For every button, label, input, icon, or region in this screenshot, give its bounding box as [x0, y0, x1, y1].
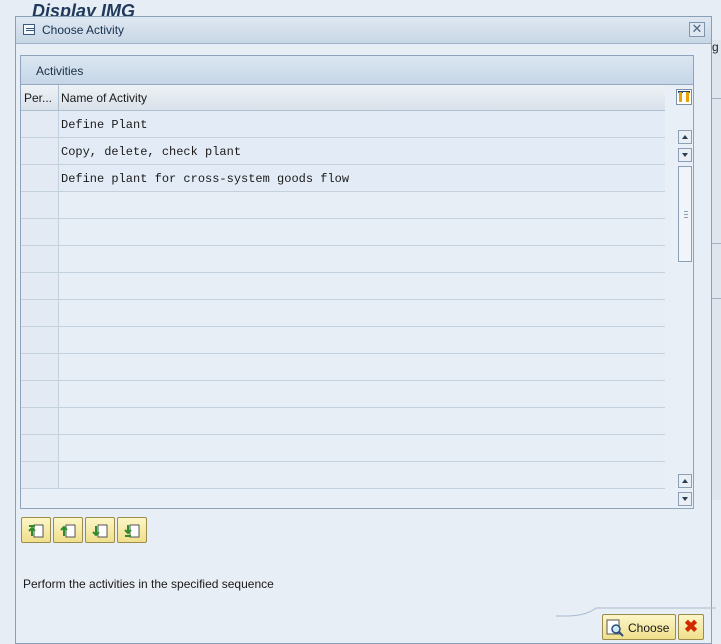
background-window-text: g [712, 40, 719, 54]
table-row-empty [21, 462, 665, 489]
row-selector [21, 408, 59, 434]
panel-title: Activities [36, 64, 84, 78]
column-header-name[interactable]: Name of Activity [61, 91, 147, 105]
background-window-title: Display IMG [32, 2, 136, 16]
panel-header: Activities [21, 56, 693, 85]
row-selector [21, 300, 59, 326]
choose-button-label: Choose [628, 621, 670, 635]
close-button[interactable]: ✕ [689, 22, 705, 37]
dialog-title: Choose Activity [42, 23, 125, 37]
move-to-top-icon [28, 524, 44, 538]
move-up-icon [60, 524, 76, 538]
column-header-perform[interactable]: Per... [24, 91, 52, 105]
row-selector[interactable] [21, 111, 59, 137]
row-selector [21, 192, 59, 218]
instruction-text: Perform the activities in the specified … [23, 577, 274, 591]
background-divider [712, 98, 721, 99]
table-row-empty [21, 327, 665, 354]
page-up-button[interactable] [678, 474, 692, 488]
table-body: Define Plant Copy, delete, check plant Def… [21, 111, 665, 489]
column-separator[interactable] [58, 85, 59, 110]
table-row-empty [21, 381, 665, 408]
table-row-empty [21, 300, 665, 327]
arrow-up-icon [682, 479, 688, 483]
arrow-down-icon [682, 153, 688, 157]
row-selector [21, 327, 59, 353]
move-down-icon [92, 524, 108, 538]
row-selector [21, 246, 59, 272]
activity-name: Define plant for cross-system goods flow [61, 172, 350, 186]
activities-table: Per... Name of Activity Define Plant Copy… [21, 85, 665, 508]
vertical-scrollbar[interactable] [678, 130, 692, 506]
background-divider [712, 298, 721, 299]
row-selector[interactable] [21, 138, 59, 164]
table-row-empty [21, 246, 665, 273]
cancel-button[interactable]: ✖ [678, 614, 704, 640]
row-selector [21, 219, 59, 245]
dialog-window-icon [23, 24, 35, 35]
table-row[interactable]: Copy, delete, check plant [21, 138, 665, 165]
scroll-thumb[interactable] [678, 166, 692, 262]
column-settings-button[interactable] [676, 89, 692, 105]
choose-activity-dialog: Choose Activity ✕ Activities Per... Name… [15, 16, 716, 644]
row-selector [21, 435, 59, 461]
move-down-button[interactable] [85, 517, 115, 543]
arrow-up-icon [682, 135, 688, 139]
move-up-button[interactable] [53, 517, 83, 543]
choose-button[interactable]: Choose [602, 614, 676, 640]
choose-icon [606, 619, 624, 637]
row-selector [21, 381, 59, 407]
table-row-empty [21, 408, 665, 435]
background-window-edge [711, 40, 721, 500]
table-row-empty [21, 192, 665, 219]
page-down-button[interactable] [678, 492, 692, 506]
table-row-empty [21, 273, 665, 300]
arrow-down-icon [682, 497, 688, 501]
scroll-down-button[interactable] [678, 148, 692, 162]
dialog-titlebar[interactable]: Choose Activity ✕ [16, 17, 711, 44]
row-selector [21, 462, 59, 488]
column-settings-icon [679, 92, 682, 102]
table-row-empty [21, 435, 665, 462]
cancel-icon: ✖ [683, 617, 699, 636]
row-selector [21, 273, 59, 299]
grip-icon [684, 211, 688, 219]
table-row[interactable]: Define plant for cross-system goods flow [21, 165, 665, 192]
row-selector [21, 354, 59, 380]
table-header: Per... Name of Activity [21, 85, 665, 111]
scroll-up-button[interactable] [678, 130, 692, 144]
table-row-empty [21, 354, 665, 381]
activities-panel: Activities Per... Name of Activity Defin… [20, 55, 694, 509]
table-row[interactable]: Define Plant [21, 111, 665, 138]
move-to-bottom-icon [124, 524, 140, 538]
move-to-bottom-button[interactable] [117, 517, 147, 543]
table-row-empty [21, 219, 665, 246]
background-divider [712, 243, 721, 244]
move-to-top-button[interactable] [21, 517, 51, 543]
activity-name: Define Plant [61, 118, 148, 132]
activity-name: Copy, delete, check plant [61, 145, 242, 159]
row-selector[interactable] [21, 165, 59, 191]
